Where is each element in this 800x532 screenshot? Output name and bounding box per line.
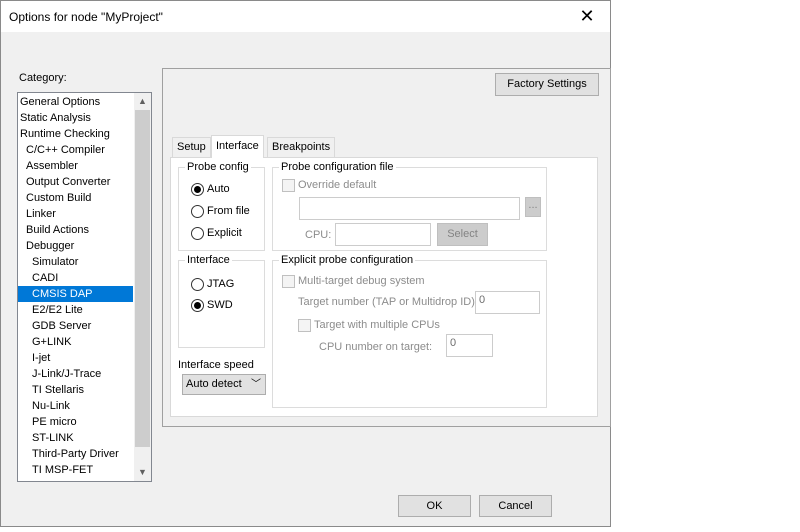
interface-speed-label: Interface speed [178, 359, 254, 371]
cpu-label: CPU: [305, 229, 332, 241]
options-dialog: Options for node "MyProject" ✕ Category:… [0, 0, 611, 527]
tab-breakpoints[interactable]: Breakpoints [267, 137, 336, 157]
scrollbar-thumb[interactable] [135, 110, 150, 447]
window-title: Options for node "MyProject" [9, 10, 163, 24]
radio-from-file-label[interactable]: From file [207, 205, 250, 217]
explicit-probe-legend: Explicit probe configuration [279, 254, 416, 266]
radio-swd-label[interactable]: SWD [207, 299, 233, 311]
category-item[interactable]: Simulator [18, 254, 133, 270]
interface-speed-value: Auto detect [186, 378, 242, 390]
category-item[interactable]: CADI [18, 270, 133, 286]
radio-auto-label[interactable]: Auto [207, 183, 230, 195]
category-item[interactable]: GDB Server [18, 318, 133, 334]
tab-setup[interactable]: Setup [172, 137, 211, 157]
category-item[interactable]: E2/E2 Lite [18, 302, 133, 318]
category-item[interactable]: I-jet [18, 350, 133, 366]
category-item[interactable]: Assembler [18, 158, 133, 174]
radio-jtag-label[interactable]: JTAG [207, 278, 234, 290]
category-item[interactable]: Third-Party Driver [18, 446, 133, 462]
category-item[interactable]: ST-LINK [18, 430, 133, 446]
scroll-up-icon[interactable]: ▲ [134, 93, 151, 110]
radio-from-file[interactable] [191, 205, 204, 218]
radio-jtag[interactable] [191, 278, 204, 291]
category-label: Category: [19, 72, 67, 84]
category-item[interactable]: G+LINK [18, 334, 133, 350]
close-icon[interactable]: ✕ [564, 1, 610, 32]
category-item[interactable]: Debugger [18, 238, 133, 254]
category-item[interactable]: Linker [18, 206, 133, 222]
cpu-input[interactable] [335, 223, 431, 246]
category-scrollbar[interactable]: ▲ ▼ [134, 93, 151, 481]
chevron-down-icon: ﹀ [251, 379, 261, 390]
probe-config-legend: Probe config [185, 161, 251, 173]
multi-cpu-checkbox[interactable] [298, 319, 311, 332]
cancel-button[interactable]: Cancel [479, 495, 552, 517]
ok-button[interactable]: OK [398, 495, 471, 517]
category-item[interactable]: Nu-Link [18, 398, 133, 414]
cpu-number-input[interactable]: 0 [446, 334, 493, 357]
radio-explicit-label[interactable]: Explicit [207, 227, 242, 239]
browse-button[interactable]: ... [525, 197, 541, 217]
category-list[interactable]: General Options Static Analysis Runtime Ch… [17, 92, 152, 482]
category-item[interactable]: CMSIS DAP [18, 286, 133, 302]
category-item[interactable]: Output Converter [18, 174, 133, 190]
probe-file-path-input[interactable] [299, 197, 520, 220]
target-number-label: Target number (TAP or Multidrop ID): [298, 296, 478, 308]
radio-explicit[interactable] [191, 227, 204, 240]
category-item[interactable]: Runtime Checking [18, 126, 133, 142]
radio-auto[interactable] [191, 183, 204, 196]
category-item[interactable]: Custom Build [18, 190, 133, 206]
category-item[interactable]: TI MSP-FET [18, 462, 133, 478]
multi-cpu-label: Target with multiple CPUs [314, 319, 440, 331]
scroll-down-icon[interactable]: ▼ [134, 464, 151, 481]
category-item[interactable]: TI Stellaris [18, 382, 133, 398]
interface-legend: Interface [185, 254, 232, 266]
title-bar: Options for node "MyProject" ✕ [1, 1, 610, 32]
factory-settings-button[interactable]: Factory Settings [495, 73, 599, 96]
select-cpu-button[interactable]: Select [437, 223, 488, 246]
probe-file-legend: Probe configuration file [279, 161, 396, 173]
tab-interface[interactable]: Interface [211, 135, 264, 158]
override-default-label: Override default [298, 179, 377, 191]
category-item[interactable]: General Options [18, 94, 133, 110]
interface-speed-select[interactable]: Auto detect ﹀ [182, 374, 266, 395]
multi-target-checkbox[interactable] [282, 275, 295, 288]
override-default-checkbox[interactable] [282, 179, 295, 192]
target-number-input[interactable]: 0 [475, 291, 540, 314]
category-item[interactable]: J-Link/J-Trace [18, 366, 133, 382]
radio-swd[interactable] [191, 299, 204, 312]
cpu-number-label: CPU number on target: [319, 341, 433, 353]
category-item[interactable]: PE micro [18, 414, 133, 430]
category-item[interactable]: C/C++ Compiler [18, 142, 133, 158]
category-item[interactable]: Build Actions [18, 222, 133, 238]
multi-target-label: Multi-target debug system [298, 275, 425, 287]
category-item[interactable]: Static Analysis [18, 110, 133, 126]
